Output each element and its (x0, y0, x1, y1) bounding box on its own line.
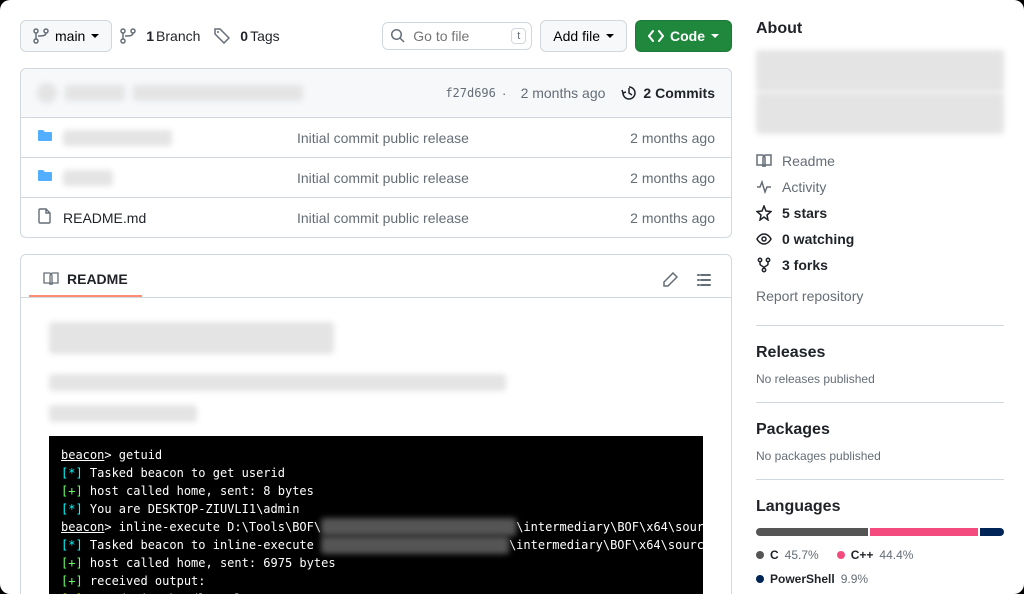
chevron-down-icon (711, 34, 719, 38)
language-item[interactable]: C++ 44.4% (837, 548, 914, 562)
packages-empty: No packages published (756, 449, 1004, 463)
about-activity-link[interactable]: Activity (756, 174, 1004, 200)
about-watching-link[interactable]: 0 watching (756, 226, 1004, 252)
latest-commit-when: 2 months ago (521, 85, 606, 101)
branch-icon (33, 28, 49, 44)
search-shortcut-hint: t (511, 28, 526, 44)
book-icon (756, 153, 772, 169)
chevron-down-icon (606, 34, 614, 38)
main-column: main 1Branch 0Tags (20, 20, 732, 574)
readme-line-1: C████████ ████████████████████ ██. █████… (49, 374, 506, 391)
repo-toolbar: main 1Branch 0Tags (20, 20, 732, 52)
star-icon (756, 205, 772, 221)
commits-label: Commits (655, 85, 715, 101)
branches-link[interactable]: 1Branch (120, 28, 200, 44)
outline-button[interactable] (689, 265, 719, 295)
file-icon (37, 208, 53, 227)
branch-picker[interactable]: main (20, 20, 112, 52)
file-name-link[interactable]: README.md (63, 210, 146, 226)
file-commit-message[interactable]: Initial commit public release (297, 170, 595, 186)
language-segment[interactable] (980, 528, 1004, 536)
about-description: Cob███ ██████ ██ ████████ ██ BO██. █████… (756, 50, 1004, 134)
latest-commit-bar: . ██████ ████ ████ ████ ████ f27d696 · 2… (21, 69, 731, 118)
file-commit-message[interactable]: Initial commit public release (297, 130, 595, 146)
file-commit-when: 2 months ago (595, 170, 715, 186)
about-report-link[interactable]: Report repository (756, 278, 1004, 309)
readme-tab-label: README (67, 271, 128, 287)
languages-bar (756, 528, 1004, 536)
file-commit-when: 2 months ago (595, 210, 715, 226)
language-dot (756, 575, 764, 583)
history-icon (621, 85, 637, 101)
file-row: █████ Initial commit public release2 mont… (21, 158, 731, 198)
file-row: README.md Initial commit public release2 … (21, 198, 731, 237)
pencil-icon (662, 272, 678, 288)
file-name-link[interactable]: ███████████ (63, 130, 172, 146)
add-file-label: Add file (553, 26, 600, 46)
tags-count: 0 (240, 28, 248, 44)
tag-icon (214, 28, 230, 44)
latest-commit-avatar: . (37, 83, 57, 103)
tags-label: Tags (250, 28, 280, 44)
commits-link[interactable]: 2 Commits (621, 85, 715, 101)
search-icon (390, 28, 406, 44)
chevron-down-icon (91, 34, 99, 38)
readme-line-2: (█████████████) (49, 405, 197, 422)
readme-terminal: beacon> getuid[*] Tasked beacon to get u… (49, 436, 703, 594)
latest-commit-message[interactable]: ████ ████ ████ ████ (133, 85, 303, 101)
language-segment[interactable] (870, 528, 978, 536)
about-sidebar: About Cob███ ██████ ██ ████████ ██ BO██.… (756, 20, 1004, 574)
latest-commit-sha[interactable]: f27d696 (445, 86, 496, 100)
code-button-label: Code (670, 26, 705, 46)
add-file-button[interactable]: Add file (540, 20, 627, 52)
folder-icon (37, 168, 53, 187)
readme-panel: README CVE-2024-35250-BOF C████████ ████… (20, 254, 732, 594)
language-dot (837, 551, 845, 559)
fork-icon (756, 257, 772, 273)
releases-heading[interactable]: Releases (756, 344, 1004, 362)
readme-title: CVE-2024-35250-BOF (49, 322, 334, 354)
folder-icon (37, 128, 53, 147)
languages-heading: Languages (756, 498, 1004, 516)
about-heading: About (756, 20, 1004, 38)
branch-name: main (55, 26, 85, 46)
latest-commit-author[interactable]: ██████ (65, 85, 125, 101)
file-search: t (382, 22, 532, 50)
branch-tag-stats: 1Branch 0Tags (120, 28, 279, 44)
eye-icon (756, 231, 772, 247)
tags-link[interactable]: 0Tags (214, 28, 279, 44)
language-item[interactable]: PowerShell 9.9% (756, 572, 868, 586)
book-icon (43, 271, 59, 287)
language-dot (756, 551, 764, 559)
branches-label: Branch (156, 28, 200, 44)
language-segment[interactable] (756, 528, 868, 536)
releases-empty: No releases published (756, 372, 1004, 386)
file-row: ███████████ Initial commit public release… (21, 118, 731, 158)
code-button[interactable]: Code (635, 20, 732, 52)
about-forks-link[interactable]: 3 forks (756, 252, 1004, 278)
languages-list: C 45.7% C++ 44.4% PowerShell 9.9% (756, 548, 1004, 586)
file-tree: . ██████ ████ ████ ████ ████ f27d696 · 2… (20, 68, 732, 238)
edit-readme-button[interactable] (655, 265, 685, 295)
language-item[interactable]: C 45.7% (756, 548, 819, 562)
code-icon (648, 28, 664, 44)
about-readme-link[interactable]: Readme (756, 148, 1004, 174)
file-commit-message[interactable]: Initial commit public release (297, 210, 595, 226)
readme-tab[interactable]: README (29, 263, 142, 297)
list-icon (696, 272, 712, 288)
commits-count: 2 (643, 85, 651, 101)
branch-icon (120, 28, 136, 44)
about-stars-link[interactable]: 5 stars (756, 200, 1004, 226)
file-commit-when: 2 months ago (595, 130, 715, 146)
packages-heading[interactable]: Packages (756, 421, 1004, 439)
branches-count: 1 (146, 28, 154, 44)
pulse-icon (756, 179, 772, 195)
file-name-link[interactable]: █████ (63, 170, 113, 186)
